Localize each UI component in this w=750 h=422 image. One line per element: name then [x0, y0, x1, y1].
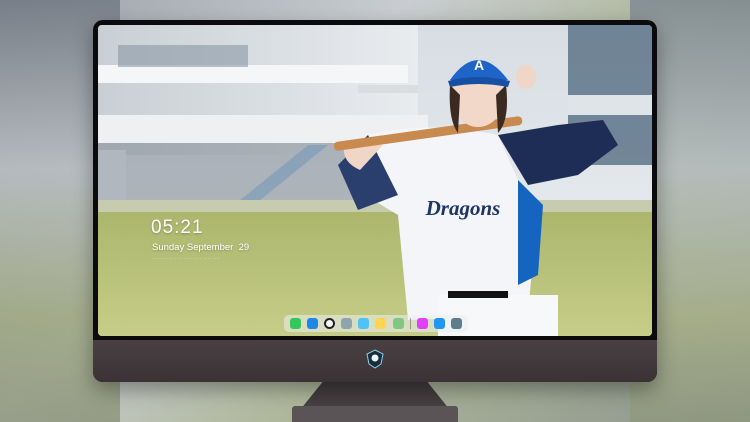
messages-icon[interactable]	[290, 318, 302, 329]
notes-icon[interactable]	[375, 318, 387, 329]
wallpaper: A Dragons	[98, 25, 652, 336]
dock	[284, 315, 468, 332]
lock-screen: A Dragons 05:21 Sunday September 29 ··· …	[98, 25, 652, 336]
brand-logo-icon	[366, 349, 384, 369]
app-store-icon[interactable]	[433, 318, 445, 329]
monitor-chin	[93, 340, 657, 382]
jersey-text: Dragons	[425, 196, 501, 220]
photos-icon[interactable]	[392, 318, 404, 329]
clock-icon[interactable]	[324, 318, 336, 329]
lock-date: Sunday September 29	[152, 242, 250, 253]
lock-clock: 05:21	[151, 217, 204, 238]
monitor: A Dragons 05:21 Sunday September 29 ··· …	[93, 20, 657, 382]
files-icon[interactable]	[358, 318, 370, 329]
lock-subline: ··· ·· ···· ··· ·· ·· · ···· ··· ·· ·· ·…	[152, 256, 220, 261]
preview-icon[interactable]	[341, 318, 353, 329]
camera-icon[interactable]	[450, 318, 462, 329]
dock-separator	[409, 318, 411, 329]
cap-letter: A	[474, 57, 484, 73]
monitor-stand-base	[292, 406, 458, 422]
music-icon[interactable]	[416, 318, 428, 329]
finder-icon[interactable]	[307, 318, 319, 329]
